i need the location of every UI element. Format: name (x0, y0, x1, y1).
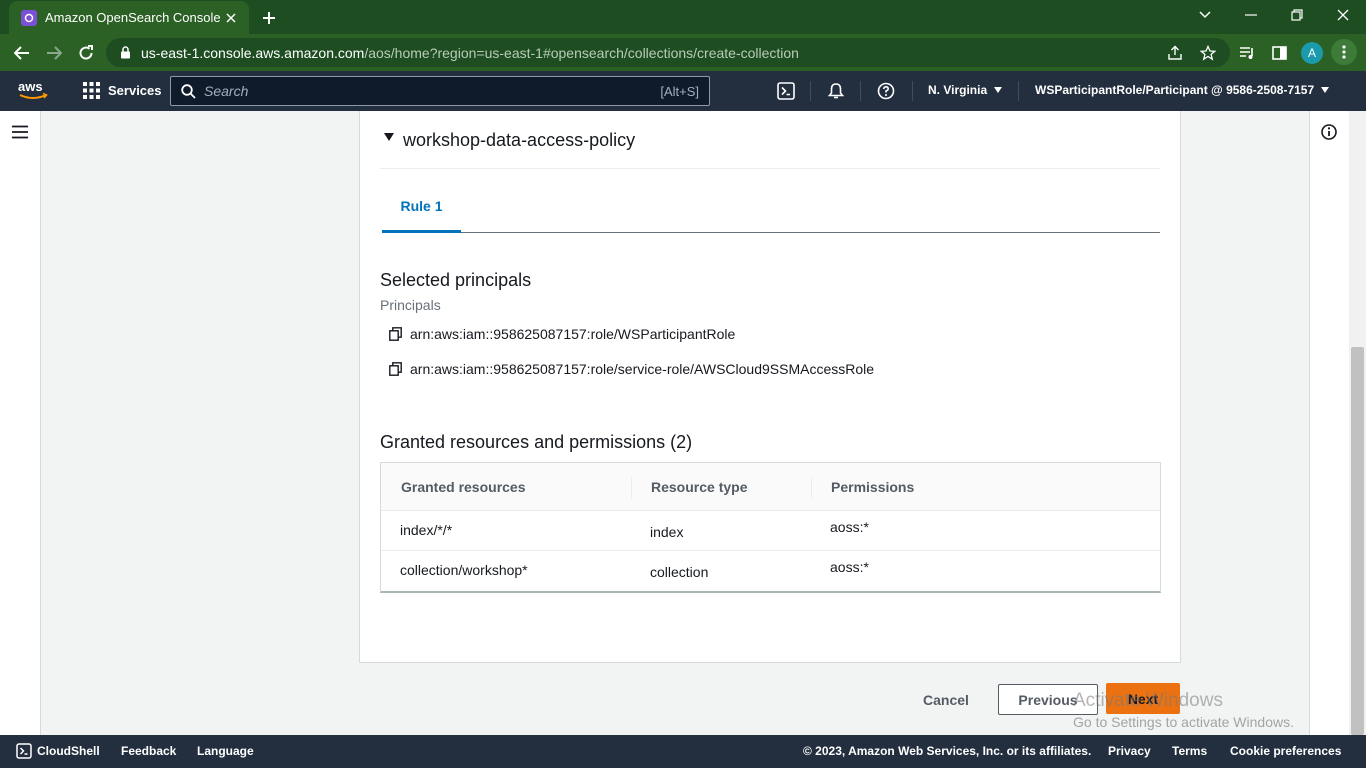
windows-activation-watermark-title: Activate Windows (1073, 690, 1223, 711)
new-tab-plus-icon[interactable] (258, 7, 280, 29)
permissions-table: Granted resources Resource type Permissi… (380, 462, 1161, 593)
svg-text:aws: aws (18, 80, 43, 94)
principal-arn: arn:aws:iam::958625087157:role/service-r… (410, 361, 875, 377)
browser-tab[interactable]: Amazon OpenSearch Console (9, 1, 249, 34)
table-header: Granted resources Resource type Permissi… (381, 463, 1160, 511)
cell-granted-resource: index/*/* (400, 522, 453, 538)
cell-permissions: aoss:* (830, 559, 869, 575)
account-menu[interactable]: WSParticipantRole/Participant @ 9586-250… (1035, 83, 1330, 97)
column-header-granted-resources: Granted resources (401, 479, 526, 495)
address-bar[interactable]: us-east-1.console.aws.amazon.com/aos/hom… (106, 38, 1230, 67)
hamburger-menu-icon[interactable] (11, 125, 29, 139)
table-row: index/*/* index aoss:* (381, 511, 1160, 551)
footer-language-link[interactable]: Language (197, 744, 254, 758)
aws-console-header: aws Services Search [Alt+S] N. Virginia … (0, 71, 1366, 111)
cloudshell-icon[interactable] (776, 81, 796, 101)
principal-arn: arn:aws:iam::958625087157:role/WSPartici… (410, 326, 736, 342)
table-row: collection/workshop* collection aoss:* (381, 551, 1160, 591)
copy-icon[interactable] (389, 327, 402, 341)
principal-item: arn:aws:iam::958625087157:role/service-r… (389, 361, 874, 377)
divider (912, 81, 913, 101)
divider (860, 81, 861, 101)
help-question-icon[interactable] (876, 81, 896, 101)
cloudshell-icon (16, 743, 32, 759)
active-tab-indicator (382, 230, 461, 233)
search-icon (181, 83, 196, 99)
minimize-window-icon[interactable] (1239, 5, 1263, 25)
cell-resource-type: collection (650, 564, 709, 580)
region-selector[interactable]: N. Virginia (928, 83, 1003, 97)
footer-cloudshell-link[interactable]: CloudShell (37, 744, 100, 758)
selected-principals-heading: Selected principals (380, 270, 532, 290)
tab-rule-1-label: Rule 1 (400, 198, 443, 214)
close-tab-icon[interactable] (223, 10, 239, 26)
granted-resources-heading: Granted resources and permissions (2) (380, 432, 693, 452)
reload-icon[interactable] (74, 41, 98, 65)
help-panel-rail (1309, 111, 1349, 735)
column-header-resource-type: Resource type (651, 479, 748, 495)
principal-item: arn:aws:iam::958625087157:role/WSPartici… (389, 326, 735, 342)
cell-granted-resource: collection/workshop* (400, 562, 528, 578)
footer-feedback-link[interactable]: Feedback (121, 744, 176, 758)
media-queue-icon[interactable] (1235, 41, 1259, 65)
search-placeholder: Search (204, 83, 249, 99)
opensearch-favicon-icon (21, 9, 37, 26)
grid-icon (83, 82, 100, 99)
caret-down-icon (994, 87, 1003, 93)
url-path: /aos/home?region=us-east-1#opensearch/co… (364, 44, 799, 61)
lock-icon (120, 46, 131, 59)
scrollbar-thumb[interactable] (1351, 347, 1364, 735)
services-label: Services (108, 83, 162, 98)
services-menu[interactable]: Services (83, 82, 162, 99)
column-divider (811, 477, 812, 499)
forward-arrow-icon[interactable] (42, 41, 66, 65)
browser-tab-title: Amazon OpenSearch Console (45, 10, 221, 25)
region-label: N. Virginia (928, 83, 988, 97)
info-icon[interactable] (1320, 123, 1338, 141)
back-arrow-icon[interactable] (10, 41, 34, 65)
column-header-permissions: Permissions (831, 479, 915, 495)
tabs-divider (382, 232, 1160, 233)
url-text: us-east-1.console.aws.amazon.com/aos/hom… (141, 45, 799, 61)
browser-menu-icon[interactable] (1331, 39, 1357, 65)
side-navigation-rail (0, 111, 41, 735)
footer-copyright: © 2023, Amazon Web Services, Inc. or its… (803, 744, 1092, 758)
bookmark-star-icon[interactable] (1196, 41, 1220, 65)
browser-toolbar: us-east-1.console.aws.amazon.com/aos/hom… (0, 34, 1366, 71)
browser-tab-strip: Amazon OpenSearch Console (0, 0, 1366, 34)
divider (1018, 81, 1019, 101)
footer-cookie-preferences-link[interactable]: Cookie preferences (1230, 744, 1341, 758)
cancel-button[interactable]: Cancel (914, 685, 978, 715)
cell-resource-type: index (650, 524, 684, 540)
caret-down-icon (1321, 87, 1330, 93)
profile-avatar[interactable]: A (1301, 42, 1323, 64)
divider (380, 168, 1160, 169)
side-panel-icon[interactable] (1267, 41, 1291, 65)
restore-window-icon[interactable] (1285, 5, 1309, 25)
divider (810, 81, 811, 101)
url-host: us-east-1.console.aws.amazon.com (141, 44, 365, 61)
search-input[interactable]: Search [Alt+S] (170, 76, 710, 106)
tab-search-chevron-icon[interactable] (1193, 5, 1217, 25)
share-icon[interactable] (1163, 41, 1187, 65)
policy-name: workshop-data-access-policy (403, 130, 636, 150)
policy-expander[interactable]: workshop-data-access-policy (384, 130, 635, 151)
principals-label: Principals (380, 297, 441, 313)
footer-privacy-link[interactable]: Privacy (1108, 744, 1151, 758)
windows-activation-watermark-text: Go to Settings to activate Windows. (1073, 714, 1294, 730)
aws-logo-icon[interactable]: aws (17, 80, 49, 102)
page-scrollbar[interactable] (1349, 111, 1366, 735)
copy-icon[interactable] (389, 362, 402, 376)
caret-down-icon (384, 133, 394, 141)
account-label: WSParticipantRole/Participant @ 9586-250… (1035, 83, 1315, 97)
notifications-bell-icon[interactable] (826, 81, 846, 101)
footer-terms-link[interactable]: Terms (1172, 744, 1207, 758)
close-window-icon[interactable] (1331, 5, 1355, 25)
cell-permissions: aoss:* (830, 519, 869, 535)
console-footer: CloudShell Feedback Language © 2023, Ama… (0, 735, 1366, 768)
tab-rule-1[interactable]: Rule 1 (382, 186, 461, 233)
search-shortcut: [Alt+S] (660, 83, 699, 99)
column-divider (631, 477, 632, 499)
